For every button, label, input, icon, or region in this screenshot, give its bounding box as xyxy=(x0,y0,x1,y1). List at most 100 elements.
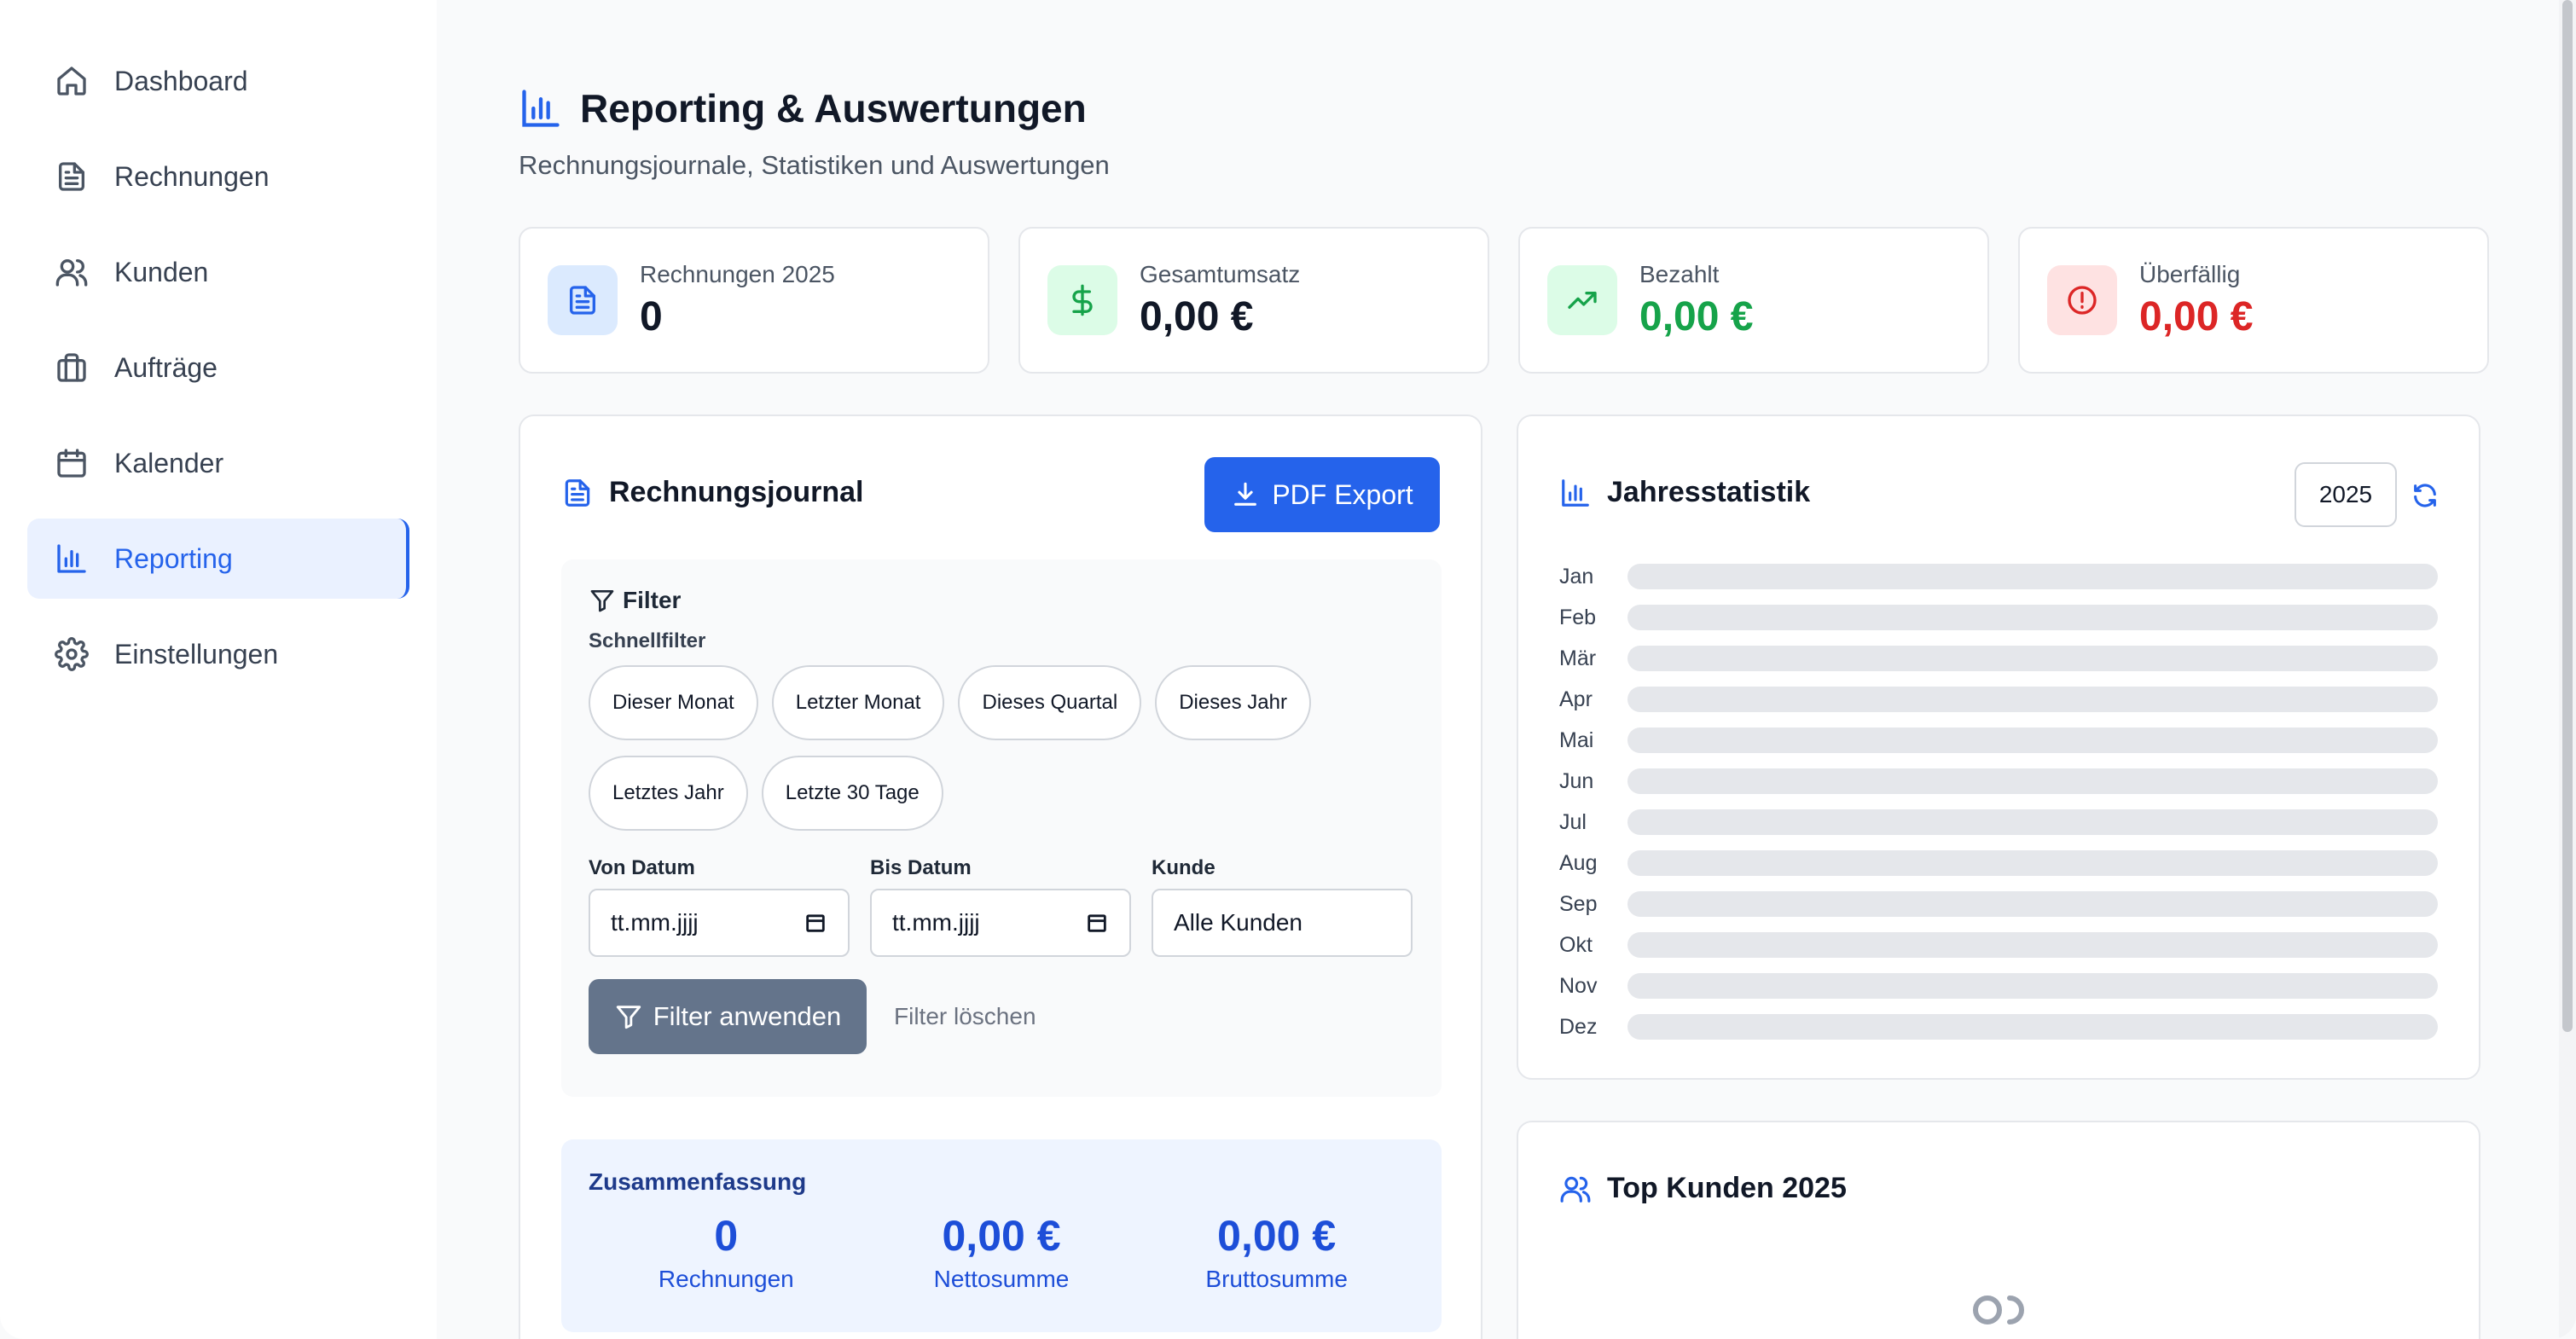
calendar-icon xyxy=(57,449,86,478)
month-bar xyxy=(1627,646,2438,671)
quick-filter-this-month[interactable]: Dieser Monat xyxy=(589,665,758,740)
sidebar: Dashboard Rechnungen Kunden Aufträge Kal… xyxy=(0,0,437,1339)
journal-title: Rechnungsjournal xyxy=(561,476,863,509)
sidebar-item-reporting[interactable]: Reporting xyxy=(27,519,409,599)
month-bar xyxy=(1627,891,2438,917)
filter-heading-text: Filter xyxy=(623,587,682,613)
to-date-value: tt.mm.jjjj xyxy=(892,909,980,936)
to-date-label: Bis Datum xyxy=(870,856,972,879)
quick-filter-last-year[interactable]: Letztes Jahr xyxy=(589,756,748,831)
month-bar xyxy=(1627,932,2438,958)
year-select[interactable]: 2025 xyxy=(2295,462,2397,527)
month-bar xyxy=(1627,564,2438,589)
alert-circle-icon xyxy=(2068,286,2097,315)
clear-filter-button[interactable]: Filter löschen xyxy=(894,1003,1036,1030)
month-bar xyxy=(1627,809,2438,835)
summary-label: Bruttosumme xyxy=(1205,1266,1348,1292)
pdf-export-button[interactable]: PDF Export xyxy=(1204,457,1440,532)
bar-chart-icon xyxy=(522,90,560,127)
summary-box: Zusammenfassung 0 Rechnungen 0,00 € Nett… xyxy=(561,1139,1442,1332)
stat-label: Gesamtumsatz xyxy=(1140,260,1301,287)
home-icon xyxy=(57,67,86,96)
users-icon xyxy=(55,259,88,287)
briefcase-icon xyxy=(57,353,86,382)
month-label: Okt xyxy=(1559,932,1593,957)
year-stats-panel: Jahresstatistik 2025 Jan Feb Mär Apr Mai Jun J… xyxy=(1517,414,2480,1080)
page-title-text: Reporting & Auswertungen xyxy=(580,86,1087,130)
quick-filter-label: Schnellfilter xyxy=(589,629,706,652)
quick-filter-this-quarter[interactable]: Dieses Quartal xyxy=(958,665,1142,740)
journal-title-text: Rechnungsjournal xyxy=(609,476,864,508)
stat-card-invoices: Rechnungen 2025 0 xyxy=(519,227,989,374)
customer-label: Kunde xyxy=(1152,856,1215,879)
sidebar-item-label: Dashboard xyxy=(114,65,248,96)
calendar-icon xyxy=(806,914,825,932)
summary-net: 0,00 € Nettosumme xyxy=(864,1211,1140,1293)
refresh-icon[interactable] xyxy=(2411,481,2440,510)
apply-filter-button[interactable]: Filter anwenden xyxy=(589,979,867,1054)
month-row: Apr xyxy=(1559,679,2438,720)
summary-value: 0 xyxy=(714,1212,739,1260)
sidebar-item-label: Kunden xyxy=(114,256,209,287)
month-label: Dez xyxy=(1559,1014,1598,1039)
summary-value: 0,00 € xyxy=(942,1212,1061,1260)
month-row: Mär xyxy=(1559,638,2438,679)
sidebar-item-label: Reporting xyxy=(114,542,233,574)
sidebar-item-kunden[interactable]: Kunden xyxy=(27,232,409,312)
month-row: Mai xyxy=(1559,720,2438,761)
month-row: Jul xyxy=(1559,802,2438,843)
sidebar-item-einstellungen[interactable]: Einstellungen xyxy=(27,614,409,694)
customer-select[interactable]: Alle Kunden xyxy=(1152,889,1413,957)
month-row: Feb xyxy=(1559,597,2438,638)
bar-chart-icon xyxy=(57,544,86,573)
quick-filter-last-30-days[interactable]: Letzte 30 Tage xyxy=(761,756,943,831)
sidebar-item-kalender[interactable]: Kalender xyxy=(27,423,409,503)
page-title: Reporting & Auswertungen xyxy=(519,85,2576,131)
month-row: Jun xyxy=(1559,761,2438,802)
to-date-input[interactable]: tt.mm.jjjj xyxy=(870,889,1131,957)
quick-filter-chips: Dieser Monat Letzter Monat Dieses Quarta… xyxy=(589,665,1356,831)
filter-box: Filter Schnellfilter Dieser Monat Letzte… xyxy=(561,559,1442,1097)
month-label: Nov xyxy=(1559,973,1598,998)
from-date-input[interactable]: tt.mm.jjjj xyxy=(589,889,850,957)
sidebar-item-dashboard[interactable]: Dashboard xyxy=(27,41,409,121)
month-label: Mai xyxy=(1559,727,1594,752)
stat-icon-box xyxy=(2047,265,2117,335)
quick-filter-last-month[interactable]: Letzter Monat xyxy=(771,665,945,740)
summary-invoices: 0 Rechnungen xyxy=(589,1211,864,1293)
month-label: Mär xyxy=(1559,646,1597,670)
bar-chart-icon xyxy=(1562,478,1589,507)
page-scrollbar[interactable] xyxy=(2559,0,2576,1339)
month-row: Okt xyxy=(1559,925,2438,965)
summary-title: Zusammenfassung xyxy=(589,1168,807,1195)
stat-value: 0 xyxy=(640,293,663,339)
month-row: Dez xyxy=(1559,1006,2438,1047)
stat-label: Überfällig xyxy=(2139,260,2241,287)
stat-card-paid: Bezahlt 0,00 € xyxy=(1518,227,1989,374)
quick-filter-this-year[interactable]: Dieses Jahr xyxy=(1155,665,1311,740)
customer-value: Alle Kunden xyxy=(1174,909,1303,936)
users-icon xyxy=(1560,1176,1591,1203)
sidebar-item-auftraege[interactable]: Aufträge xyxy=(27,328,409,408)
month-bar xyxy=(1627,605,2438,630)
summary-label: Nettosumme xyxy=(933,1266,1070,1292)
stat-icon-box xyxy=(1547,265,1617,335)
month-bar xyxy=(1627,768,2438,794)
sidebar-item-rechnungen[interactable]: Rechnungen xyxy=(27,136,409,217)
page-subtitle: Rechnungsjournale, Statistiken und Auswe… xyxy=(519,150,1110,180)
filter-icon xyxy=(590,590,614,612)
filter-icon xyxy=(616,1006,641,1029)
month-label: Feb xyxy=(1559,605,1597,629)
summary-columns: 0 Rechnungen 0,00 € Nettosumme 0,00 € Br… xyxy=(589,1211,1414,1293)
from-date-label: Von Datum xyxy=(589,856,695,879)
filter-fields: Von Datum tt.mm.jjjj Bis Datum tt.mm.jjj… xyxy=(589,856,1414,957)
filter-actions: Filter anwenden Filter löschen xyxy=(589,979,1414,1054)
month-bars: Jan Feb Mär Apr Mai Jun Jul Aug Sep Okt Nov Dez xyxy=(1559,556,2438,1047)
stat-icon-box xyxy=(1047,265,1117,335)
page-scrollbar-thumb[interactable] xyxy=(2562,0,2573,1032)
month-bar xyxy=(1627,1014,2438,1040)
month-label: Sep xyxy=(1559,891,1598,916)
month-row: Nov xyxy=(1559,965,2438,1006)
file-icon xyxy=(570,286,595,315)
file-icon xyxy=(565,478,590,507)
